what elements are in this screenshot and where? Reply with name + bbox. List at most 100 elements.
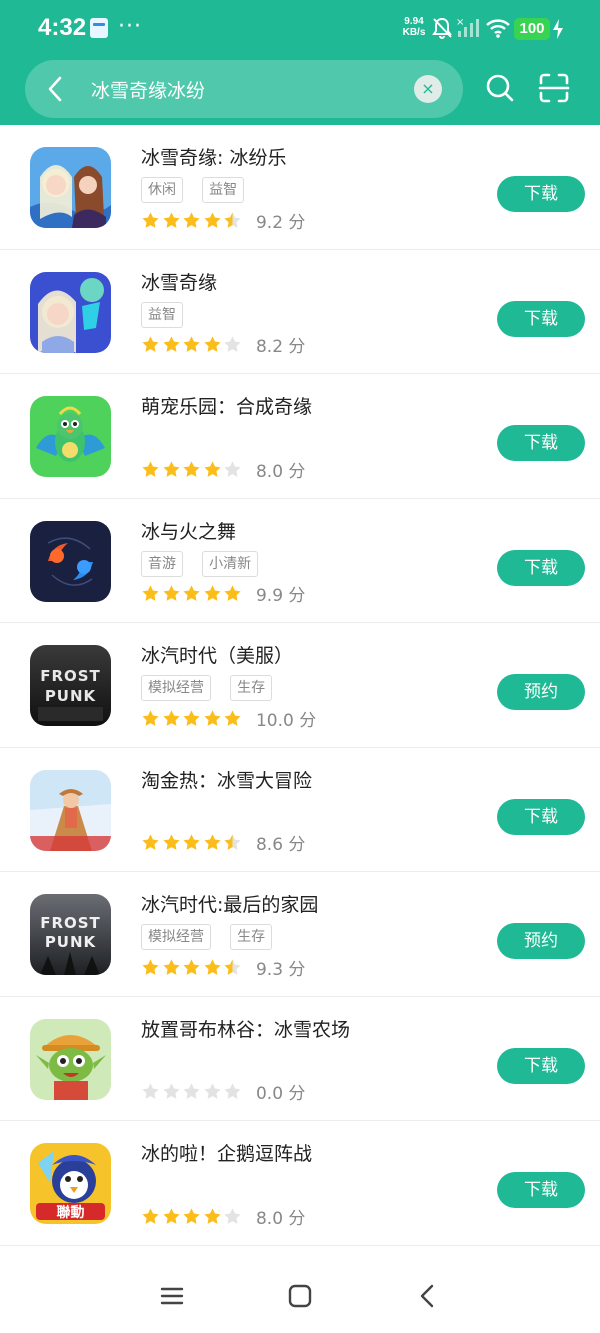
star-filled-icon (163, 211, 180, 228)
app-tag: 休闲 (141, 177, 183, 203)
list-item[interactable]: 萌宠乐园：合成奇缘 8.0 分 下载 (0, 374, 600, 499)
list-item[interactable]: 聯動 冰的啦！企鹅逗阵战 8.0 分 下载 (0, 1121, 600, 1246)
star-empty-icon (224, 460, 241, 477)
search-bar[interactable]: × (25, 60, 463, 118)
star-rating: 8.6 分 (141, 832, 306, 855)
app-tag: 生存 (230, 924, 273, 950)
app-title[interactable]: 冰雪奇缘 (141, 268, 217, 295)
app-icon-idle-goblin-valley (30, 1018, 111, 1100)
list-item[interactable]: 放置哥布林谷：冰雪农场 0.0 分 下载 (0, 997, 600, 1121)
download-button[interactable]: 下载 (497, 300, 585, 337)
rating-score: 9.2 分 (255, 212, 306, 233)
app-tags: 模拟经营 生存 (141, 675, 286, 701)
list-item[interactable]: 淘金热：冰雪大冒险 8.6 分 下载 (0, 748, 600, 872)
star-rating: 0.0 分 (141, 1081, 305, 1104)
cellular-signal-icon: × (456, 17, 479, 37)
star-filled-icon (183, 958, 200, 975)
star-filled-icon (142, 1207, 159, 1224)
star-filled-icon (163, 834, 180, 850)
status-time: 4:32 (38, 14, 87, 41)
star-filled-icon (142, 709, 159, 726)
star-filled-icon (163, 336, 180, 352)
download-button[interactable]: 下载 (497, 1172, 585, 1208)
app-tag: 模拟经营 (141, 924, 211, 950)
clear-search-button[interactable]: × (414, 75, 442, 103)
download-button[interactable]: 下载 (497, 798, 585, 835)
home-icon[interactable] (288, 1284, 312, 1308)
star-filled-icon (183, 585, 200, 601)
app-title[interactable]: 冰与火之舞 (141, 517, 236, 544)
search-input[interactable] (91, 72, 391, 106)
star-filled-icon (142, 834, 159, 850)
app-icon-pet-park (30, 396, 111, 477)
rating-score: 8.0 分 (255, 1208, 306, 1229)
app-icon-ice-and-fire (30, 520, 111, 602)
wifi-icon (486, 19, 510, 38)
rating-score: 9.9 分 (255, 586, 306, 606)
star-filled-icon (183, 709, 200, 726)
star-filled-icon (163, 460, 180, 477)
app-tag: 音游 (141, 550, 183, 577)
reserve-button[interactable]: 预约 (497, 674, 585, 710)
app-title[interactable]: 冰雪奇缘: 冰纷乐 (141, 143, 286, 170)
star-empty-icon (204, 1083, 221, 1099)
status-bar: 4:32 ··· 9.94 KB/s × 100 (0, 0, 600, 58)
app-title[interactable]: 放置哥布林谷：冰雪农场 (141, 1015, 350, 1042)
download-button[interactable]: 下载 (497, 425, 585, 461)
app-title[interactable]: 冰汽时代（美服） (141, 641, 293, 668)
star-filled-icon (183, 336, 200, 352)
star-filled-icon (163, 585, 180, 601)
star-half-icon (224, 834, 241, 850)
rating-score: 9.3 分 (255, 959, 306, 980)
app-title[interactable]: 淘金热：冰雪大冒险 (141, 766, 312, 793)
back-icon[interactable] (418, 1284, 438, 1308)
app-tag: 益智 (141, 301, 183, 328)
star-filled-icon (204, 336, 221, 352)
list-item[interactable]: 冰雪奇缘 益智 8.2 分 下载 (0, 250, 600, 374)
search-icon[interactable] (484, 72, 516, 104)
star-rating: 9.9 分 (141, 583, 306, 606)
recent-apps-icon[interactable] (160, 1284, 184, 1308)
app-tag: 生存 (230, 675, 273, 701)
app-tags: 模拟经营 生存 (141, 924, 286, 950)
star-filled-icon (183, 834, 200, 850)
star-filled-icon (142, 958, 159, 975)
back-arrow-icon[interactable] (45, 76, 67, 102)
star-rating: 9.3 分 (141, 956, 306, 980)
list-item[interactable]: 冰与火之舞 音游 小清新 9.9 分 下载 (0, 499, 600, 623)
svg-text:PUNK: PUNK (45, 687, 97, 705)
star-filled-icon (183, 460, 200, 477)
star-filled-icon (204, 460, 221, 477)
star-half-icon (224, 958, 241, 975)
system-navigation-bar (0, 1262, 600, 1333)
star-filled-icon (183, 1207, 200, 1224)
rating-score: 10.0 分 (255, 710, 317, 731)
app-tag: 小清新 (202, 550, 259, 577)
list-item[interactable]: FROST PUNK 冰汽时代（美服） 模拟经营 生存 10.0 分 预约 (0, 623, 600, 748)
star-rating: 9.2 分 (141, 209, 306, 233)
app-tags: 休闲 益智 (141, 177, 258, 203)
star-rating: 10.0 分 (141, 707, 317, 731)
scan-icon[interactable] (538, 72, 570, 104)
star-filled-icon (163, 958, 180, 975)
app-title[interactable]: 冰的啦！企鹅逗阵战 (141, 1139, 312, 1166)
download-button[interactable]: 下载 (497, 549, 585, 586)
star-filled-icon (142, 211, 159, 228)
star-filled-icon (163, 709, 180, 726)
search-results-list: 冰雪奇缘: 冰纷乐 休闲 益智 9.2 分 下载 冰雪奇缘 益智 8.2 分 下… (0, 125, 600, 1246)
rating-score: 8.6 分 (255, 835, 306, 855)
star-empty-icon (163, 1083, 180, 1099)
app-title[interactable]: 萌宠乐园：合成奇缘 (141, 392, 312, 419)
reserve-button[interactable]: 预约 (497, 923, 585, 959)
app-title[interactable]: 冰汽时代:最后的家园 (141, 890, 318, 917)
app-icon-frozen-match (30, 147, 111, 228)
app-icon-frozen (30, 271, 111, 353)
download-button[interactable]: 下载 (497, 176, 585, 212)
star-filled-icon (204, 709, 221, 726)
svg-text:×: × (456, 17, 464, 28)
list-item[interactable]: 冰雪奇缘: 冰纷乐 休闲 益智 9.2 分 下载 (0, 125, 600, 250)
list-item[interactable]: FROST PUNK 冰汽时代:最后的家园 模拟经营 生存 9.3 分 预约 (0, 872, 600, 997)
star-rating: 8.0 分 (141, 1205, 306, 1229)
star-half-icon (224, 211, 241, 228)
download-button[interactable]: 下载 (497, 1047, 585, 1084)
